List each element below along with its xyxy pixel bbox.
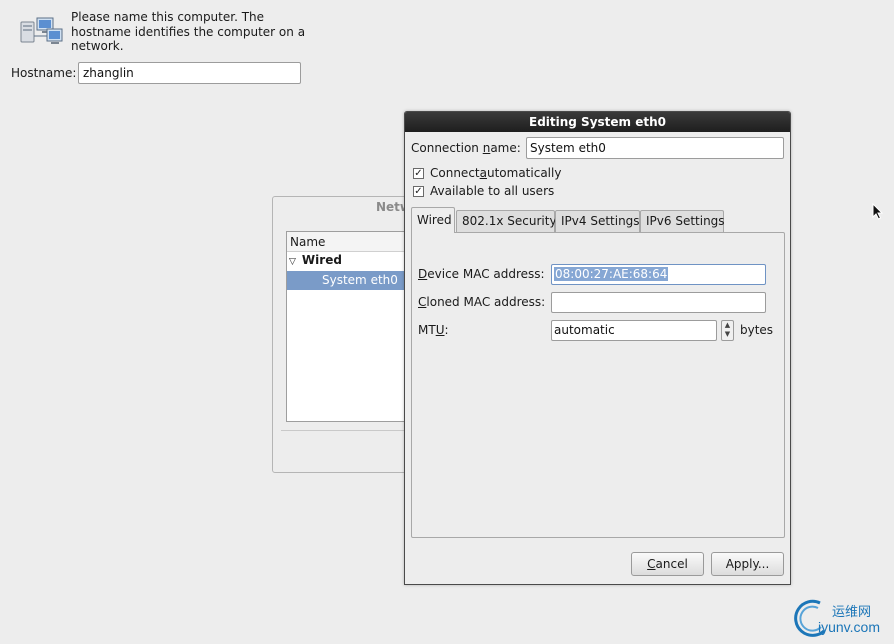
- label-part: evice MAC address:: [427, 267, 545, 281]
- label-part: Connect: [430, 166, 480, 180]
- mnemonic-letter: C: [647, 557, 656, 571]
- label-part: MT: [418, 323, 436, 337]
- mnemonic-letter: D: [418, 267, 428, 281]
- hostname-input[interactable]: zhanglin: [78, 62, 301, 84]
- mtu-input[interactable]: automatic: [551, 320, 717, 341]
- label-part: Connection: [411, 141, 483, 155]
- dialog-title[interactable]: Editing System eth0: [405, 112, 790, 132]
- watermark-chinese-text: 运维网: [832, 605, 872, 620]
- editing-connection-dialog: Editing System eth0 Connection name: Sys…: [404, 111, 791, 585]
- tab-8021x-security[interactable]: 802.1x Security: [456, 210, 557, 232]
- divider: [281, 430, 409, 431]
- mtu-unit-label: bytes: [740, 323, 774, 337]
- mtu-spin-button[interactable]: ▲ ▼: [721, 320, 734, 341]
- tree-group-wired[interactable]: ▽ Wired: [289, 253, 342, 267]
- connect-automatically-checkbox[interactable]: ✓ Connect a utomatically: [413, 166, 561, 180]
- connection-name-label: Connection name:: [411, 141, 521, 155]
- label-part: utomatically: [486, 166, 562, 180]
- spin-up-icon[interactable]: ▲: [722, 321, 733, 330]
- hostname-intro-text: Please name this computer. The hostname …: [71, 10, 306, 53]
- label-part: :: [444, 323, 449, 337]
- expander-triangle-icon[interactable]: ▽: [289, 257, 296, 267]
- tab-wired[interactable]: Wired: [411, 207, 455, 233]
- label-part: loned MAC address:: [426, 295, 546, 309]
- tab-ipv4-settings[interactable]: IPv4 Settings: [555, 210, 640, 232]
- available-to-all-users-checkbox[interactable]: ✓ Available to all users: [413, 184, 554, 198]
- cancel-button[interactable]: Cancel: [631, 552, 704, 576]
- watermark-logo: 运维网 iyunv.com: [790, 597, 890, 639]
- cloned-mac-label: Cloned MAC address:: [418, 295, 545, 309]
- device-mac-label: Device MAC address:: [418, 267, 545, 281]
- tab-ipv6-settings[interactable]: IPv6 Settings: [640, 210, 725, 232]
- apply-button[interactable]: Apply...: [711, 552, 784, 576]
- label-part: ame:: [490, 141, 521, 155]
- device-mac-input[interactable]: 08:00:27:AE:68:64: [551, 264, 766, 285]
- checkbox-checked-icon[interactable]: ✓: [413, 185, 424, 197]
- cloned-mac-input[interactable]: [551, 292, 766, 313]
- checkbox-label: Available to all users: [430, 184, 555, 198]
- hostname-label: Hostname:: [11, 66, 77, 80]
- tree-group-label: Wired: [301, 253, 342, 267]
- checkbox-checked-icon[interactable]: ✓: [413, 167, 424, 179]
- selected-text: 08:00:27:AE:68:64: [554, 267, 669, 281]
- network-computers-icon: [20, 16, 64, 48]
- mtu-label: MTU:: [418, 323, 449, 337]
- mouse-cursor-icon: [872, 202, 884, 221]
- network-connections-window: Netw Name ▽ Wired System eth0: [272, 196, 411, 473]
- label-part: ancel: [655, 557, 688, 571]
- mnemonic-letter: a: [479, 166, 487, 180]
- watermark-site-text: iyunv.com: [818, 619, 880, 635]
- column-header-name[interactable]: Name: [287, 232, 410, 252]
- spin-down-icon[interactable]: ▼: [722, 330, 733, 339]
- connection-name-input[interactable]: System eth0: [526, 137, 784, 159]
- list-item-system-eth0[interactable]: System eth0: [287, 271, 409, 290]
- connection-list[interactable]: Name ▽ Wired System eth0: [286, 231, 410, 422]
